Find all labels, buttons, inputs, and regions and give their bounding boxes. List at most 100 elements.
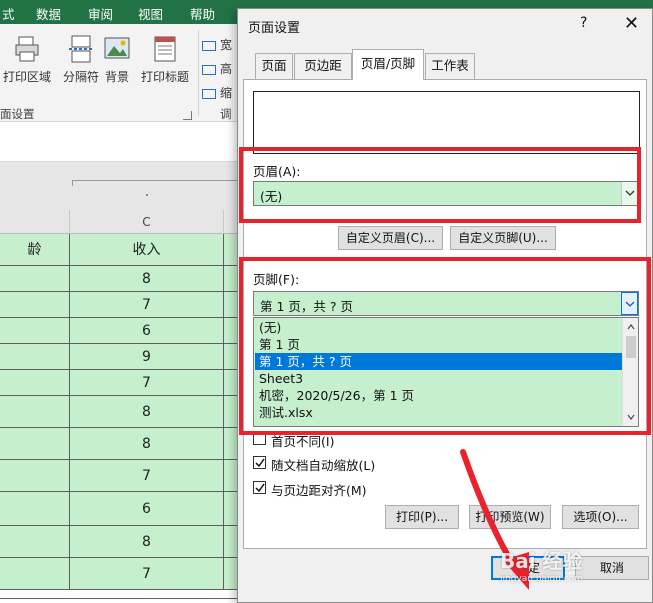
- width-icon: [202, 40, 216, 51]
- table-cell[interactable]: [0, 428, 70, 460]
- table-cell[interactable]: [0, 492, 70, 526]
- footer-dropdown-button[interactable]: [621, 292, 638, 315]
- footer-label: 页脚(F):: [253, 272, 300, 287]
- income-cell[interactable]: 6: [70, 318, 224, 344]
- menu-formulas[interactable]: 式: [2, 4, 15, 23]
- column-header-b[interactable]: [0, 210, 70, 234]
- width-label: 宽: [220, 38, 233, 52]
- income-cell[interactable]: 9: [70, 344, 224, 370]
- group-scale-to-fit: 调: [220, 107, 232, 121]
- dialog-title: 页面设置: [248, 21, 301, 36]
- scale-item[interactable]: 缩: [202, 84, 232, 101]
- baidu-watermark: Bai 经验 jingyan.baidu.com: [500, 545, 583, 584]
- ribbon-separator: [198, 30, 199, 116]
- height-label: 高: [220, 62, 233, 76]
- income-cell[interactable]: 8: [70, 526, 224, 558]
- income-cell[interactable]: 7: [70, 292, 224, 318]
- print-area-icon: [15, 36, 39, 62]
- menu-view[interactable]: 视图: [138, 4, 163, 23]
- table-cell[interactable]: [0, 318, 70, 344]
- footer-option-confidential[interactable]: 机密，2020/5/26，第 1 页: [255, 387, 623, 404]
- income-cell[interactable]: 8: [70, 266, 224, 292]
- checkbox-box[interactable]: [253, 432, 266, 445]
- group-page-setup: 面设置: [0, 107, 35, 121]
- header-cell-age[interactable]: 龄: [0, 234, 70, 266]
- tab-page[interactable]: 页面: [255, 53, 293, 79]
- watermark-subtext: jingyan.baidu.com: [500, 574, 584, 584]
- income-cell[interactable]: 7: [70, 558, 224, 590]
- cancel-button[interactable]: 取消: [575, 556, 649, 580]
- menu-review[interactable]: 审阅: [88, 4, 113, 23]
- height-icon: [202, 64, 216, 75]
- tab-margins[interactable]: 页边距: [294, 53, 352, 79]
- scroll-up-icon[interactable]: [627, 323, 635, 331]
- first-page-different-label: 首页不同(I): [271, 434, 335, 449]
- footer-combo[interactable]: 第 1 页，共 ? 页: [253, 291, 639, 316]
- print-titles-icon: [154, 36, 176, 62]
- print-area-label: 打印区域: [2, 70, 51, 84]
- list-scrollbar[interactable]: [622, 318, 638, 426]
- tab-sheet[interactable]: 工作表: [425, 53, 475, 79]
- help-icon[interactable]: ?: [580, 15, 587, 31]
- header-preview: [253, 91, 640, 154]
- page-setup-dialog: 页面设置 ? ✕ 页面 页边距 页眉/页脚 工作表 页眉(A): (无) 自定义…: [237, 8, 653, 603]
- table-cell[interactable]: [0, 558, 70, 590]
- menu-data[interactable]: 数据: [36, 4, 61, 23]
- checkmark-icon: [255, 483, 265, 493]
- income-cell[interactable]: 7: [70, 460, 224, 492]
- footer-options-list[interactable]: (无) 第 1 页 第 1 页，共 ? 页 Sheet3 机密，2020/5/2…: [253, 317, 639, 427]
- dialog-launcher-icon[interactable]: [183, 111, 192, 120]
- footer-option-sheet-name[interactable]: Sheet3: [255, 370, 623, 387]
- table-cell[interactable]: [0, 396, 70, 428]
- scale-label: 缩: [220, 86, 233, 100]
- table-cell[interactable]: [0, 370, 70, 396]
- close-icon[interactable]: ✕: [624, 13, 639, 34]
- menu-help[interactable]: 帮助: [190, 4, 215, 23]
- background-image-icon: [104, 37, 130, 59]
- print-button[interactable]: 打印(P)...: [385, 505, 459, 529]
- background-label: 背景: [104, 70, 129, 84]
- table-cell[interactable]: [0, 344, 70, 370]
- tab-header-footer[interactable]: 页眉/页脚: [352, 49, 424, 80]
- print-area-button[interactable]: 打印区域: [0, 34, 54, 85]
- checkbox-box[interactable]: [253, 456, 266, 469]
- options-button[interactable]: 选项(O)...: [562, 505, 639, 529]
- chevron-down-icon: [625, 190, 635, 196]
- column-header-c[interactable]: C: [70, 210, 224, 234]
- income-cell[interactable]: 8: [70, 396, 224, 428]
- checkbox-box[interactable]: [253, 481, 266, 494]
- print-titles-label: 打印标题: [140, 70, 189, 84]
- table-cell[interactable]: [0, 266, 70, 292]
- chevron-down-icon: [625, 301, 635, 307]
- page-ruler: [72, 180, 237, 186]
- income-cell[interactable]: 8: [70, 428, 224, 460]
- custom-header-button[interactable]: 自定义页眉(C)...: [338, 226, 443, 250]
- scale-with-document-label: 随文档自动缩放(L): [271, 458, 376, 473]
- table-cell[interactable]: [0, 292, 70, 318]
- scroll-down-icon[interactable]: [627, 413, 635, 421]
- height-item[interactable]: 高: [202, 60, 232, 77]
- custom-footer-button[interactable]: 自定义页脚(U)...: [450, 226, 556, 250]
- footer-option-none[interactable]: (无): [255, 319, 623, 336]
- header-combo[interactable]: (无): [253, 181, 639, 206]
- footer-combo-value: 第 1 页，共 ? 页: [260, 299, 353, 314]
- scroll-thumb[interactable]: [626, 336, 636, 358]
- ruler-mark: [146, 194, 148, 196]
- footer-option-filename[interactable]: 测试.xlsx: [255, 404, 623, 421]
- table-cell[interactable]: [0, 460, 70, 492]
- header-dropdown-button[interactable]: [621, 182, 638, 205]
- footer-option-page-of-total[interactable]: 第 1 页，共 ? 页: [255, 353, 623, 370]
- width-item[interactable]: 宽: [202, 36, 232, 53]
- print-titles-button[interactable]: 打印标题: [136, 34, 194, 85]
- scale-icon: [202, 88, 216, 99]
- footer-option-page[interactable]: 第 1 页: [255, 336, 623, 353]
- watermark-text: Bai 经验: [500, 549, 583, 573]
- income-cell[interactable]: 6: [70, 492, 224, 526]
- header-label: 页眉(A):: [253, 164, 301, 179]
- align-with-margins-label: 与页边距对齐(M): [271, 483, 367, 498]
- income-cell[interactable]: 7: [70, 370, 224, 396]
- table-cell[interactable]: [0, 526, 70, 558]
- checkmark-icon: [255, 458, 265, 468]
- header-combo-value: (无): [260, 189, 283, 204]
- header-cell-income[interactable]: 收入: [70, 234, 224, 266]
